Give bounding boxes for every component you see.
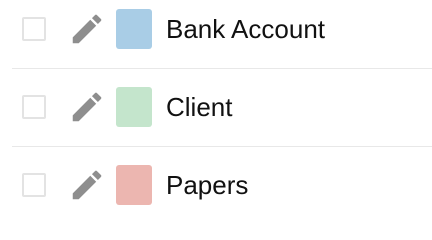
item-label: Papers	[166, 170, 249, 200]
edit-button[interactable]	[68, 10, 106, 48]
list-item: Bank Account	[0, 0, 432, 68]
list-item: Client	[0, 68, 432, 146]
label-list: Bank Account Client Papers	[0, 0, 432, 224]
edit-button[interactable]	[68, 166, 106, 204]
select-checkbox[interactable]	[22, 17, 46, 41]
list-item: Papers	[0, 146, 432, 224]
select-checkbox[interactable]	[22, 173, 46, 197]
pencil-icon	[72, 170, 102, 200]
color-swatch	[116, 165, 152, 205]
edit-button[interactable]	[68, 88, 106, 126]
item-label: Bank Account	[166, 14, 325, 44]
item-label: Client	[166, 92, 233, 122]
select-checkbox[interactable]	[22, 95, 46, 119]
pencil-icon	[72, 14, 102, 44]
pencil-icon	[72, 92, 102, 122]
color-swatch	[116, 9, 152, 49]
color-swatch	[116, 87, 152, 127]
